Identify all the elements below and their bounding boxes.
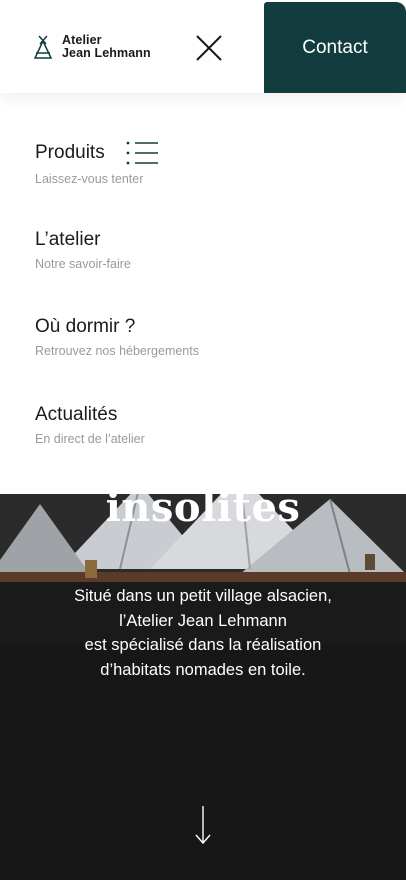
- menu-item-subtitle: Notre savoir-faire: [35, 257, 131, 271]
- menu-item-label: Produits: [35, 142, 105, 163]
- menu-item-subtitle: Retrouvez nos hébergements: [35, 344, 199, 358]
- contact-button[interactable]: Contact: [264, 2, 406, 93]
- hero-line: d’habitats nomades en toile.: [100, 660, 306, 679]
- menu-item-subtitle: Laissez-vous tenter: [35, 172, 144, 186]
- close-icon: [196, 35, 222, 61]
- logo-text: Atelier Jean Lehmann: [62, 34, 151, 60]
- menu-item-actualites[interactable]: Actualités En direct de l’atelier: [35, 404, 145, 446]
- hero-title: insolites: [105, 494, 301, 531]
- menu-item-subtitle: En direct de l’atelier: [35, 432, 145, 446]
- logo-line: Jean Lehmann: [62, 46, 151, 60]
- arrow-down-icon[interactable]: [193, 804, 213, 849]
- menu-item-label: Actualités: [35, 404, 118, 425]
- hero-line: Situé dans un petit village alsacien,: [74, 587, 332, 605]
- menu-item-title-row: Produits: [35, 140, 159, 166]
- menu-item-produits[interactable]: Produits Laissez-vous tenter: [35, 140, 159, 186]
- hero-section: insolites Situé dans un petit village al…: [0, 494, 406, 880]
- menu-item-label: Où dormir ?: [35, 316, 136, 337]
- navigation-menu: Produits Laissez-vous tenter L’atelier N…: [0, 93, 406, 494]
- close-menu-button[interactable]: [194, 33, 224, 63]
- hero-description: Situé dans un petit village alsacien, l’…: [10, 584, 396, 682]
- logo[interactable]: Atelier Jean Lehmann: [34, 34, 151, 60]
- teepee-logo-icon: [34, 35, 52, 59]
- menu-item-label: L’atelier: [35, 229, 101, 250]
- menu-item-ou-dormir[interactable]: Où dormir ? Retrouvez nos hébergements: [35, 316, 199, 358]
- site-header: Atelier Jean Lehmann Contact: [0, 0, 406, 93]
- hero-line: est spécialisé dans la réalisation: [84, 636, 322, 654]
- list-icon[interactable]: [125, 140, 159, 166]
- menu-item-atelier[interactable]: L’atelier Notre savoir-faire: [35, 229, 131, 271]
- hero-line: l’Atelier Jean Lehmann: [119, 611, 287, 630]
